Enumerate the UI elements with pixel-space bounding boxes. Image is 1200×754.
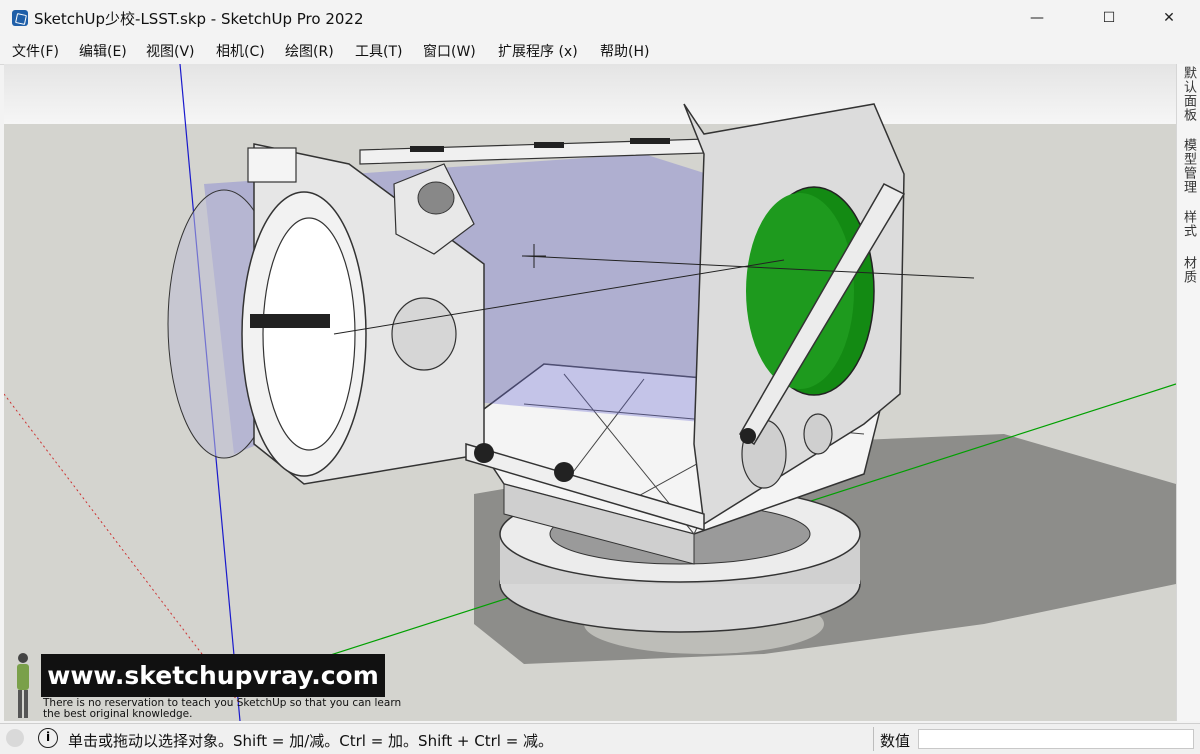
measurements-label: 数值 (880, 732, 911, 750)
default-tray: 默认面板 模型管理 样式 材质 (1176, 64, 1200, 721)
measurements-input[interactable] (918, 729, 1194, 749)
camera-spider-vane (250, 314, 330, 328)
rail-bracket-3 (630, 138, 670, 144)
strut-pivot (740, 428, 756, 444)
status-divider (873, 727, 874, 751)
lower-pivot-2 (554, 462, 574, 482)
close-button[interactable]: ✕ (1146, 0, 1192, 36)
maximize-button[interactable]: ☐ (1086, 0, 1132, 36)
camera-ring-inner (262, 217, 356, 451)
status-hint: 单击或拖动以选择对象。Shift = 加/减。Ctrl = 加。Shift + … (68, 732, 554, 750)
model-scene (4, 64, 1176, 721)
rail-bracket-2 (534, 142, 564, 148)
menu-edit[interactable]: 编辑(E) (79, 41, 127, 61)
menu-view[interactable]: 视图(V) (146, 41, 195, 61)
yoke-hole-2 (803, 413, 833, 455)
rail-bracket-1 (410, 146, 444, 152)
window-title: SketchUp少校-LSST.skp - SketchUp Pro 2022 (34, 10, 364, 28)
tray-tab-model-management[interactable]: 模型管理 (1180, 138, 1198, 194)
menu-camera[interactable]: 相机(C) (216, 41, 265, 61)
watermark-banner: www.sketchupvray.com (41, 654, 385, 697)
menu-tools[interactable]: 工具(T) (355, 41, 402, 61)
status-bar: i 单击或拖动以选择对象。Shift = 加/减。Ctrl = 加。Shift … (0, 723, 1200, 754)
tray-tab-default-panel[interactable]: 默认面板 (1180, 66, 1198, 122)
title-bar: SketchUp少校-LSST.skp - SketchUp Pro 2022 … (0, 0, 1200, 36)
menu-help[interactable]: 帮助(H) (600, 41, 649, 61)
camera-top-bracket (247, 147, 297, 183)
menu-window[interactable]: 窗口(W) (423, 41, 476, 61)
sky (4, 64, 1176, 124)
tray-tab-styles[interactable]: 样式 (1180, 210, 1198, 238)
menu-bar: 文件(F) 编辑(E) 视图(V) 相机(C) 绘图(R) 工具(T) 窗口(W… (0, 36, 1200, 65)
cooling-lens (417, 181, 455, 215)
info-icon[interactable]: i (38, 728, 58, 748)
geolocation-icon[interactable] (6, 729, 24, 747)
watermark-tagline: There is no reservation to teach you Ske… (43, 697, 402, 720)
model-viewport[interactable] (4, 64, 1176, 721)
scale-figure-icon (17, 653, 29, 718)
lower-pivot-1 (474, 443, 494, 463)
tray-tab-materials[interactable]: 材质 (1180, 256, 1198, 284)
menu-extensions[interactable]: 扩展程序 (x) (498, 41, 578, 61)
sketchup-app-icon (12, 10, 28, 26)
camera-port-hole (391, 297, 457, 371)
menu-draw[interactable]: 绘图(R) (285, 41, 334, 61)
minimize-button[interactable]: — (1014, 0, 1060, 36)
menu-file[interactable]: 文件(F) (12, 41, 59, 61)
